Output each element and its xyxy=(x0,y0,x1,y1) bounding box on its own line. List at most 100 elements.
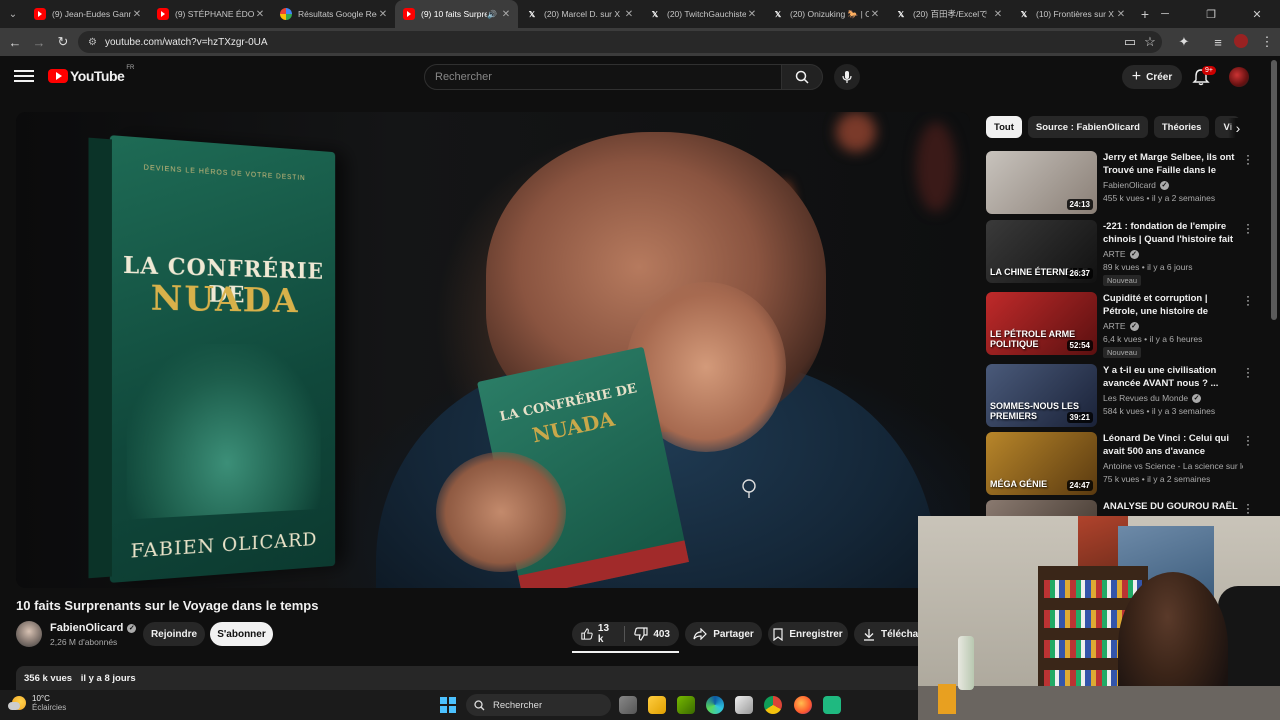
maximize-button[interactable]: ❐ xyxy=(1188,0,1234,28)
browser-tab[interactable]: 𝕏 (20) TwitchGauchiste ✕ xyxy=(641,0,764,28)
profile-avatar[interactable] xyxy=(1234,34,1248,48)
edge-icon[interactable] xyxy=(706,696,724,714)
close-tab-icon[interactable]: ✕ xyxy=(992,9,1004,20)
filter-chip[interactable]: Tout xyxy=(986,116,1022,138)
taskbar-search-label: Rechercher xyxy=(493,700,542,711)
weather-widget[interactable]: 10°C Éclaircies xyxy=(12,694,66,712)
recommended-video[interactable]: ANALYSE DU GOUROU RAËL · · · xyxy=(986,500,1266,516)
share-icon xyxy=(693,628,707,640)
close-tab-icon[interactable]: ✕ xyxy=(131,9,143,20)
close-window-button[interactable]: ✕ xyxy=(1234,0,1280,28)
close-tab-icon[interactable]: ✕ xyxy=(869,9,881,20)
dislike-button[interactable]: 403 xyxy=(625,622,679,646)
recommended-title[interactable]: -221 : fondation de l'empire chinois | Q… xyxy=(1103,220,1239,246)
recommended-channel[interactable]: FabienOlicard ✓ xyxy=(1103,180,1243,190)
nvidia-icon[interactable] xyxy=(677,696,695,714)
more-options-icon[interactable]: · · · xyxy=(1244,153,1252,165)
youtube-logo[interactable]: YouTube FR xyxy=(48,68,134,84)
browser-tab[interactable]: (9) 10 faits Surpre 🔊 ✕ xyxy=(395,0,518,28)
search-button[interactable] xyxy=(781,64,823,90)
browser-tab[interactable]: Résultats Google Rec ✕ xyxy=(272,0,395,28)
google-favicon-icon xyxy=(280,8,292,20)
browser-menu-icon[interactable]: ⋮ xyxy=(1255,30,1279,54)
reading-list-icon[interactable]: ≡ xyxy=(1206,30,1230,54)
forward-icon[interactable]: → xyxy=(27,30,51,54)
app-icon[interactable] xyxy=(823,696,841,714)
channel-name[interactable]: FabienOlicard ✓ xyxy=(50,622,136,634)
subscribe-button[interactable]: S'abonner xyxy=(210,622,273,646)
video-thumbnail[interactable]: LA CHINE ÉTERNELLE 26:37 xyxy=(986,220,1097,283)
hamburger-menu-icon[interactable] xyxy=(14,67,34,87)
chevron-right-icon[interactable]: › xyxy=(1228,118,1248,138)
firefox-icon[interactable] xyxy=(794,696,812,714)
voice-search-button[interactable] xyxy=(834,64,860,90)
more-options-icon[interactable]: · · · xyxy=(1244,294,1252,306)
recommended-title[interactable]: ANALYSE DU GOUROU RAËL xyxy=(1103,500,1239,513)
windows-start-icon[interactable] xyxy=(440,697,456,713)
file-explorer-icon[interactable] xyxy=(648,696,666,714)
more-options-icon[interactable]: · · · xyxy=(1244,366,1252,378)
taskbar-search[interactable]: Rechercher xyxy=(466,694,611,716)
browser-tab[interactable]: 𝕏 (20) 百田孝/Excelで ✕ xyxy=(887,0,1010,28)
minimize-button[interactable]: ─ xyxy=(1142,0,1188,28)
chrome-icon[interactable] xyxy=(764,696,782,714)
like-count: 13 k xyxy=(598,623,615,645)
browser-tab[interactable]: 𝕏 (20) Onizuking 🐎 | O ✕ xyxy=(764,0,887,28)
book-author: FABIEN OLICARD xyxy=(110,527,335,564)
search-input[interactable]: Rechercher xyxy=(424,64,782,90)
recommended-channel[interactable]: ARTE ✓ xyxy=(1103,321,1243,331)
recommended-video[interactable]: LE PÉTROLE ARME POLITIQUE 52:54 Cupidité e… xyxy=(986,292,1266,356)
recommended-video[interactable]: SOMMES-NOUS LES PREMIERS 39:21 Y a t-il eu… xyxy=(986,364,1266,428)
browser-tab[interactable]: 𝕏 (20) Marcel D. sur X ✕ xyxy=(518,0,641,28)
account-avatar[interactable] xyxy=(1229,67,1249,87)
close-tab-icon[interactable]: ✕ xyxy=(377,9,389,20)
reload-icon[interactable]: ↻ xyxy=(51,30,75,54)
close-tab-icon[interactable]: ✕ xyxy=(500,9,512,20)
recommended-title[interactable]: Cupidité et corruption | Pétrole, une hi… xyxy=(1103,292,1239,318)
address-bar[interactable]: ⚙ youtube.com/watch?v=hzTXzgr-0UA xyxy=(78,31,1162,53)
filter-chip[interactable]: Théories xyxy=(1154,116,1210,138)
more-options-icon[interactable]: · · · xyxy=(1244,502,1252,514)
browser-tab[interactable]: (9) STÉPHANE ÉDOU ✕ xyxy=(149,0,272,28)
video-thumbnail[interactable]: 24:13 xyxy=(986,151,1097,214)
close-tab-icon[interactable]: ✕ xyxy=(254,9,266,20)
video-thumbnail[interactable]: SOMMES-NOUS LES PREMIERS 39:21 xyxy=(986,364,1097,427)
recommended-title[interactable]: Y a t-il eu une civilisation avancée AVA… xyxy=(1103,364,1239,390)
recommended-channel[interactable]: Les Revues du Monde ✓ xyxy=(1103,393,1243,403)
recommended-video[interactable]: LA CHINE ÉTERNELLE 26:37 -221 : fondation … xyxy=(986,220,1266,284)
filter-chip[interactable]: Source : FabienOlicard xyxy=(1028,116,1148,138)
close-tab-icon[interactable]: ✕ xyxy=(746,9,758,20)
channel-avatar[interactable] xyxy=(16,621,42,647)
like-button[interactable]: 13 k xyxy=(572,622,624,646)
video-thumbnail[interactable]: LE PÉTROLE ARME POLITIQUE 52:54 xyxy=(986,292,1097,355)
close-tab-icon[interactable]: ✕ xyxy=(623,9,635,20)
video-thumbnail[interactable]: MÉGA GÉNIE 24:47 xyxy=(986,432,1097,495)
create-button[interactable]: + Créer xyxy=(1122,65,1182,89)
store-icon[interactable] xyxy=(735,696,753,714)
recommended-title[interactable]: Léonard De Vinci : Celui qui avait 500 a… xyxy=(1103,432,1239,458)
close-tab-icon[interactable]: ✕ xyxy=(1115,9,1127,20)
share-button[interactable]: Partager xyxy=(685,622,762,646)
page-scrollbar[interactable] xyxy=(1271,60,1277,320)
back-icon[interactable]: ← xyxy=(3,30,27,54)
browser-tab[interactable]: (9) Jean-Eudes Ganne ✕ xyxy=(26,0,149,28)
tab-title: (10) Frontières sur X xyxy=(1036,9,1115,19)
video-thumbnail[interactable] xyxy=(986,500,1097,516)
video-player[interactable]: DEVIENS LE HÉROS DE VOTRE DESTIN LA CONF… xyxy=(16,112,970,588)
more-options-icon[interactable]: · · · xyxy=(1244,222,1252,234)
recommended-video[interactable]: 24:13 Jerry et Marge Selbee, ils ont Trou… xyxy=(986,151,1266,215)
more-options-icon[interactable]: · · · xyxy=(1244,434,1252,446)
browser-tab[interactable]: 𝕏 (10) Frontières sur X ✕ xyxy=(1010,0,1133,28)
join-button[interactable]: Rejoindre xyxy=(143,622,205,646)
recommended-video[interactable]: MÉGA GÉNIE 24:47 Léonard De Vinci : Celui … xyxy=(986,432,1266,496)
bookmark-star-icon[interactable]: ☆ xyxy=(1138,30,1162,54)
audio-playing-icon[interactable]: 🔊 xyxy=(487,10,497,19)
recommended-title[interactable]: Jerry et Marge Selbee, ils ont Trouvé un… xyxy=(1103,151,1239,177)
extensions-icon[interactable]: ✦ xyxy=(1172,30,1196,54)
recommended-channel[interactable]: Antoine vs Science - La science sur le t… xyxy=(1103,461,1243,471)
save-button[interactable]: Enregistrer xyxy=(768,622,848,646)
site-info-icon[interactable]: ⚙ xyxy=(88,37,97,48)
task-view-icon[interactable] xyxy=(619,696,637,714)
recommended-channel[interactable]: ARTE ✓ xyxy=(1103,249,1243,259)
tab-search-menu[interactable]: ⌄ xyxy=(0,0,26,28)
